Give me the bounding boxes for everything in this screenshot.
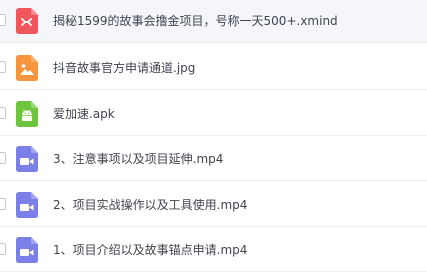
row-checkbox[interactable] xyxy=(0,61,6,73)
file-row-video-2[interactable]: 2、项目实战操作以及工具使用.mp4 xyxy=(0,183,427,227)
video-file-icon xyxy=(16,192,38,218)
file-name[interactable]: 爱加速.apk xyxy=(53,92,115,136)
row-checkbox[interactable] xyxy=(0,198,6,210)
row-checkbox[interactable] xyxy=(0,107,6,119)
file-name[interactable]: 揭秘1599的故事会撸金项目，号称一天500+.xmind xyxy=(53,0,338,43)
file-name[interactable]: 1、项目介绍以及故事锚点申请.mp4 xyxy=(53,228,247,272)
video-file-icon xyxy=(16,237,38,263)
video-file-icon xyxy=(16,146,38,172)
file-name[interactable]: 3、注意事项以及项目延伸.mp4 xyxy=(53,137,223,181)
file-row-video-3[interactable]: 3、注意事项以及项目延伸.mp4 xyxy=(0,137,427,181)
file-name[interactable]: 2、项目实战操作以及工具使用.mp4 xyxy=(53,183,247,227)
android-apk-icon xyxy=(16,101,38,127)
image-file-icon xyxy=(16,55,38,81)
xmind-file-icon xyxy=(16,8,38,34)
file-name[interactable]: 抖音故事官方申请通道.jpg xyxy=(53,46,195,90)
file-row-xmind[interactable]: 揭秘1599的故事会撸金项目，号称一天500+.xmind xyxy=(0,0,427,43)
row-checkbox[interactable] xyxy=(0,152,6,164)
file-row-video-1[interactable]: 1、项目介绍以及故事锚点申请.mp4 xyxy=(0,228,427,272)
file-row-jpg[interactable]: 抖音故事官方申请通道.jpg xyxy=(0,46,427,90)
row-checkbox[interactable] xyxy=(0,243,6,255)
row-checkbox[interactable] xyxy=(0,14,6,26)
file-row-apk[interactable]: 爱加速.apk xyxy=(0,92,427,136)
file-list: 揭秘1599的故事会撸金项目，号称一天500+.xmind 抖音故事官方申请通道… xyxy=(0,0,427,278)
